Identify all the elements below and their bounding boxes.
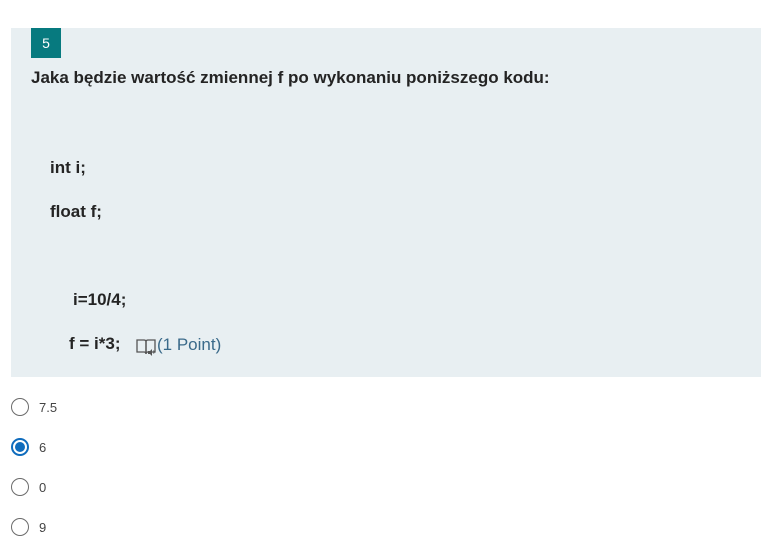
answer-option-label: 0: [39, 479, 47, 495]
radio-button[interactable]: [11, 478, 29, 496]
code-line: f = i*3;: [69, 334, 121, 353]
answer-option[interactable]: 9: [11, 517, 46, 537]
points-label: (1 Point): [157, 335, 222, 354]
radio-button-selected[interactable]: [11, 438, 29, 456]
answer-option[interactable]: 0: [11, 477, 46, 497]
answer-option[interactable]: 7.5: [11, 397, 57, 417]
code-line: int i;: [50, 158, 86, 177]
code-line: i=10/4;: [73, 290, 127, 309]
immersive-reader-icon[interactable]: [135, 336, 157, 358]
radio-button[interactable]: [11, 518, 29, 536]
code-line: float f;: [50, 202, 102, 221]
question-card: 5 Jaka będzie wartość zmiennej f po wyko…: [11, 28, 761, 377]
answer-option-label: 9: [39, 519, 47, 535]
answer-option[interactable]: 6: [11, 437, 46, 457]
answer-option-label: 7.5: [39, 399, 58, 415]
radio-button[interactable]: [11, 398, 29, 416]
question-number-badge: 5: [31, 28, 61, 58]
answer-option-label: 6: [39, 439, 47, 455]
question-title: Jaka będzie wartość zmiennej f po wykona…: [31, 68, 550, 87]
